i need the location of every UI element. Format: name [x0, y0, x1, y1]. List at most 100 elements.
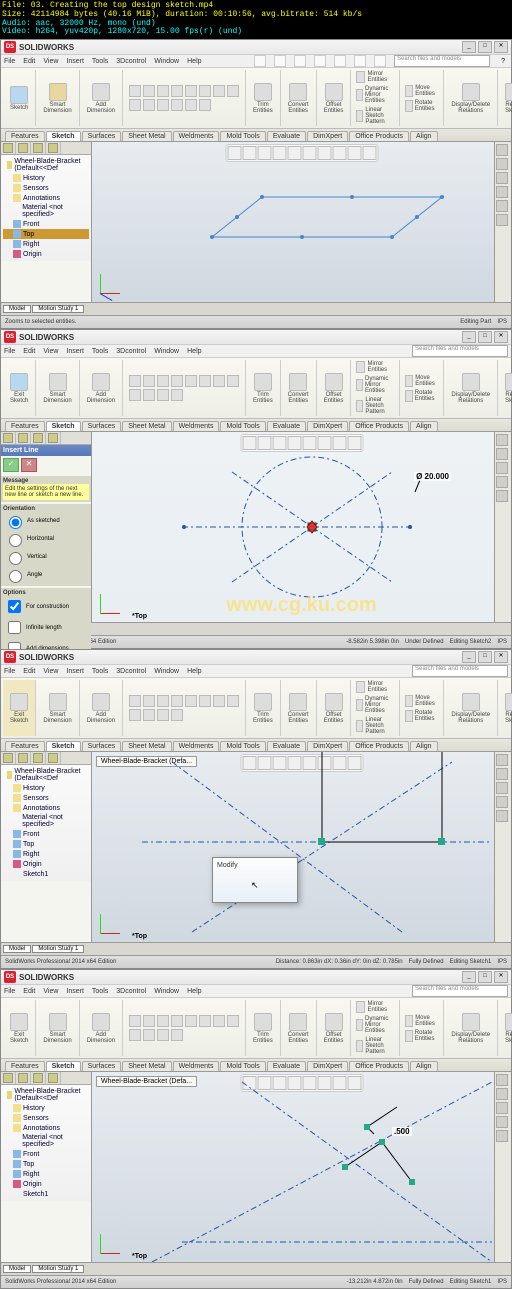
tree-item-origin[interactable]: Origin — [3, 249, 89, 259]
design-library-icon[interactable] — [496, 158, 508, 170]
add-dimension-button[interactable]: Add Dimension — [84, 372, 118, 405]
qat-options-icon[interactable] — [374, 55, 386, 67]
viewport[interactable]: Ø 20.000 www.cg.ku.com *Top — [92, 432, 511, 622]
convert-button[interactable]: Convert Entities — [285, 372, 312, 405]
search-input[interactable]: Search files and models — [394, 55, 490, 67]
ok-button[interactable]: ✓ — [3, 458, 19, 472]
tab-weldments[interactable]: Weldments — [173, 131, 220, 141]
radio-vertical[interactable]: Vertical — [3, 548, 89, 566]
tab-sheet-metal[interactable]: Sheet Metal — [122, 131, 171, 141]
display-delete-relations-button[interactable]: Display/Delete Relations — [448, 82, 493, 115]
dimxpert-manager-tab[interactable] — [46, 142, 61, 154]
move-entities-button[interactable]: Move Entities — [404, 84, 440, 98]
convert-entities-button[interactable]: Convert Entities — [285, 82, 312, 115]
trim-entities-button[interactable]: Trim Entities — [250, 82, 276, 115]
rotate-entities-button[interactable]: Rotate Entities — [404, 99, 440, 113]
dimension-value[interactable]: .500 — [392, 1127, 412, 1136]
line-tool-icon[interactable] — [129, 375, 141, 387]
tab-model[interactable]: Model — [3, 305, 31, 313]
slot-tool-icon[interactable] — [185, 85, 197, 97]
tab-mold-tools[interactable]: Mold Tools — [220, 131, 265, 141]
menu-3dcontrol[interactable]: 3Dcontrol — [116, 58, 146, 65]
line-tool-icon[interactable] — [129, 85, 141, 97]
view-palette-icon[interactable] — [496, 186, 508, 198]
tab-office-products[interactable]: Office Products — [349, 131, 409, 141]
minimize-button[interactable]: _ — [462, 331, 476, 343]
maximize-button[interactable]: □ — [478, 331, 492, 343]
radio-horizontal[interactable]: Horizontal — [3, 530, 89, 548]
exit-sketch-button[interactable]: Exit Sketch — [7, 372, 31, 405]
tab-motion-study[interactable]: Motion Study 1 — [32, 305, 84, 313]
tree-item-right[interactable]: Right — [3, 239, 89, 249]
offset-entities-button[interactable]: Offset Entities — [321, 82, 347, 115]
smart-dimension-button[interactable]: Smart Dimension — [40, 372, 74, 405]
menu-help[interactable]: Help — [187, 58, 201, 65]
polygon-tool-icon[interactable] — [129, 99, 141, 111]
tree-item-material[interactable]: Material <not specified> — [3, 203, 89, 219]
menu-edit[interactable]: Edit — [23, 58, 35, 65]
resources-tab-icon[interactable] — [496, 144, 508, 156]
chamfer-tool-icon[interactable] — [199, 99, 211, 111]
add-dimension-button[interactable]: Add Dimension — [84, 82, 118, 115]
mirror-entities-button[interactable]: Mirror Entities — [355, 70, 394, 84]
appearances-icon[interactable] — [496, 200, 508, 212]
tree-item-front[interactable]: Front — [3, 219, 89, 229]
centerline-tool-icon[interactable] — [185, 99, 197, 111]
trim-button[interactable]: Trim Entities — [250, 372, 276, 405]
feature-tree-tab[interactable] — [1, 142, 16, 154]
linear-pattern-button[interactable]: Linear Sketch Pattern — [355, 106, 394, 126]
menu-file[interactable]: File — [4, 58, 15, 65]
dimension-diameter[interactable]: Ø 20.000 — [414, 472, 451, 481]
smart-dimension-button[interactable]: Smart Dimension — [40, 82, 74, 115]
exit-sketch-button[interactable]: Exit Sketch — [7, 692, 31, 725]
ellipse-tool-icon[interactable] — [213, 85, 225, 97]
viewport[interactable] — [92, 142, 511, 302]
tab-surfaces[interactable]: Surfaces — [82, 131, 122, 141]
tree-root[interactable]: Wheel-Blade-Bracket (Default<<Def — [3, 157, 89, 173]
tab-dimxpert[interactable]: DimXpert — [307, 131, 348, 141]
dynamic-mirror-button[interactable]: Dynamic Mirror Entities — [355, 85, 394, 105]
modify-dialog[interactable]: Modify ↖ — [212, 857, 298, 903]
custom-props-icon[interactable] — [496, 214, 508, 226]
tab-evaluate[interactable]: Evaluate — [267, 131, 306, 141]
text-tool-icon[interactable] — [157, 99, 169, 111]
search-input[interactable]: Search files and models — [412, 345, 508, 357]
fillet-tool-icon[interactable] — [227, 85, 239, 97]
menu-window[interactable]: Window — [154, 58, 179, 65]
tree-item-top[interactable]: Top — [3, 229, 89, 239]
menu-view[interactable]: View — [43, 58, 58, 65]
maximize-button[interactable]: □ — [478, 41, 492, 53]
point-tool-icon[interactable] — [143, 99, 155, 111]
config-manager-tab[interactable] — [31, 142, 46, 154]
plane-tool-icon[interactable] — [171, 99, 183, 111]
close-button[interactable]: ✕ — [494, 41, 508, 53]
offset-button[interactable]: Offset Entities — [321, 372, 347, 405]
minimize-button[interactable]: _ — [462, 41, 476, 53]
tab-align[interactable]: Align — [410, 131, 438, 141]
circle-tool-icon[interactable] — [143, 85, 155, 97]
check-construction[interactable]: For construction — [3, 596, 89, 617]
menu-insert[interactable]: Insert — [66, 58, 84, 65]
qat-rebuild-icon[interactable] — [354, 55, 366, 67]
viewport[interactable]: Wheel-Blade-Bracket (Defa... .500 *Top — [92, 1072, 511, 1262]
menu-tools[interactable]: Tools — [92, 58, 108, 65]
arc-tool-icon[interactable] — [157, 85, 169, 97]
repair-sketch-button[interactable]: Repair Sketch — [502, 82, 512, 115]
property-manager-tab[interactable] — [16, 142, 31, 154]
qat-new-icon[interactable] — [254, 55, 266, 67]
tree-item-sensors[interactable]: Sensors — [3, 183, 89, 193]
qat-undo-icon[interactable] — [334, 55, 346, 67]
radio-angle[interactable]: Angle — [3, 566, 89, 584]
tree-item-history[interactable]: History — [3, 173, 89, 183]
qat-open-icon[interactable] — [274, 55, 286, 67]
qat-print-icon[interactable] — [314, 55, 326, 67]
cancel-button[interactable]: ✕ — [21, 458, 37, 472]
tab-features[interactable]: Features — [5, 131, 45, 141]
file-explorer-icon[interactable] — [496, 172, 508, 184]
close-button[interactable]: ✕ — [494, 331, 508, 343]
spline-tool-icon[interactable] — [199, 85, 211, 97]
rectangle-tool-icon[interactable] — [171, 85, 183, 97]
sketch-button[interactable]: Sketch — [7, 85, 31, 112]
tab-sketch[interactable]: Sketch — [46, 131, 81, 141]
viewport[interactable]: Wheel-Blade-Bracket (Defa... Modify ↖ *T… — [92, 752, 511, 942]
